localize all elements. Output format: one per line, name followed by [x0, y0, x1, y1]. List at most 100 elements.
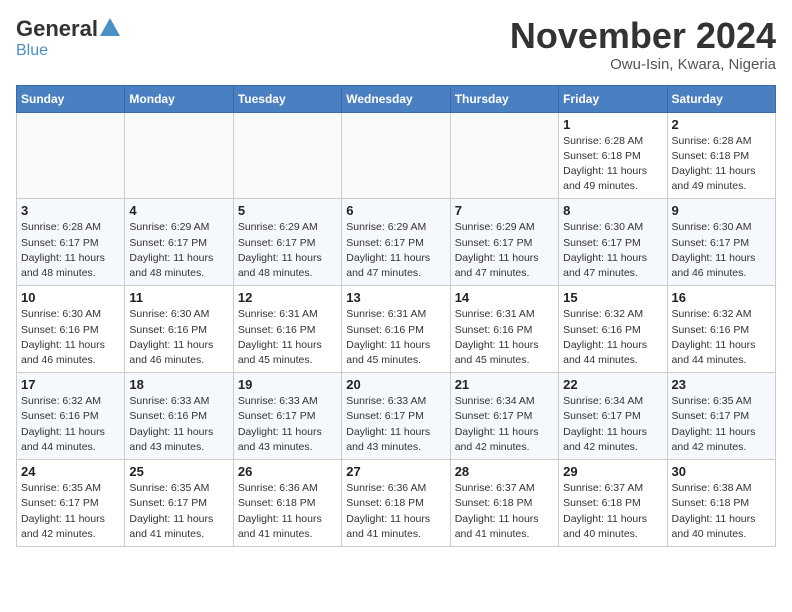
day-number: 6: [346, 203, 445, 218]
day-number: 8: [563, 203, 662, 218]
logo: General Blue: [16, 16, 120, 60]
day-number: 27: [346, 464, 445, 479]
calendar-cell: 17Sunrise: 6:32 AM Sunset: 6:16 PM Dayli…: [17, 373, 125, 460]
logo-general-text: General: [16, 16, 98, 42]
calendar-cell: 4Sunrise: 6:29 AM Sunset: 6:17 PM Daylig…: [125, 199, 233, 286]
day-number: 16: [672, 290, 771, 305]
calendar-cell: 18 Sunrise: 6:33 AM Sunset: 6:16 PM Dayli…: [125, 373, 233, 460]
day-info: Sunrise: 6:28 AM Sunset: 6:17 PM Dayligh…: [21, 220, 120, 281]
calendar-cell: 20 Sunrise: 6:33 AM Sunset: 6:17 PM Dayli…: [342, 373, 450, 460]
day-info: Sunrise: 6:37 AM Sunset: 6:18 PM Dayligh…: [563, 481, 662, 542]
day-info: Sunrise: 6:34 AM Sunset: 6:17 PM Dayligh…: [563, 394, 662, 455]
day-info: Sunrise: 6:29 AM Sunset: 6:17 PM Dayligh…: [346, 220, 445, 281]
day-info: Sunrise: 6:32 AM Sunset: 6:16 PM Dayligh…: [21, 394, 120, 455]
day-info: Sunrise: 6:35 AM Sunset: 6:17 PM Dayligh…: [21, 481, 120, 542]
page-header: General Blue November 2024 Owu-Isin, Kwa…: [16, 16, 776, 73]
day-info: Sunrise: 6:30 AM Sunset: 6:16 PM Dayligh…: [21, 307, 120, 368]
calendar-cell: 9 Sunrise: 6:30 AM Sunset: 6:17 PM Daylig…: [667, 199, 775, 286]
calendar-cell: [125, 112, 233, 199]
day-info: Sunrise: 6:38 AM Sunset: 6:18 PM Dayligh…: [672, 481, 771, 542]
calendar-header-row: SundayMondayTuesdayWednesdayThursdayFrid…: [17, 85, 776, 112]
day-info: Sunrise: 6:36 AM Sunset: 6:18 PM Dayligh…: [346, 481, 445, 542]
weekday-header: Wednesday: [342, 85, 450, 112]
day-info: Sunrise: 6:29 AM Sunset: 6:17 PM Dayligh…: [238, 220, 337, 281]
calendar-cell: 16 Sunrise: 6:32 AM Sunset: 6:16 PM Dayli…: [667, 286, 775, 373]
calendar-cell: 28Sunrise: 6:37 AM Sunset: 6:18 PM Dayli…: [450, 460, 558, 547]
calendar-cell: 25 Sunrise: 6:35 AM Sunset: 6:17 PM Dayli…: [125, 460, 233, 547]
calendar-cell: 5 Sunrise: 6:29 AM Sunset: 6:17 PM Daylig…: [233, 199, 341, 286]
day-number: 13: [346, 290, 445, 305]
day-info: Sunrise: 6:33 AM Sunset: 6:16 PM Dayligh…: [129, 394, 228, 455]
day-number: 7: [455, 203, 554, 218]
day-number: 14: [455, 290, 554, 305]
day-info: Sunrise: 6:31 AM Sunset: 6:16 PM Dayligh…: [346, 307, 445, 368]
weekday-header: Friday: [559, 85, 667, 112]
calendar-cell: [342, 112, 450, 199]
calendar-cell: 24 Sunrise: 6:35 AM Sunset: 6:17 PM Dayli…: [17, 460, 125, 547]
day-number: 26: [238, 464, 337, 479]
calendar-week-row: 3 Sunrise: 6:28 AM Sunset: 6:17 PM Daylig…: [17, 199, 776, 286]
day-number: 28: [455, 464, 554, 479]
calendar-cell: 26 Sunrise: 6:36 AM Sunset: 6:18 PM Dayli…: [233, 460, 341, 547]
weekday-header: Sunday: [17, 85, 125, 112]
calendar-cell: [17, 112, 125, 199]
day-info: Sunrise: 6:35 AM Sunset: 6:17 PM Dayligh…: [129, 481, 228, 542]
day-info: Sunrise: 6:30 AM Sunset: 6:17 PM Dayligh…: [672, 220, 771, 281]
calendar-cell: [450, 112, 558, 199]
calendar-week-row: 17Sunrise: 6:32 AM Sunset: 6:16 PM Dayli…: [17, 373, 776, 460]
calendar-cell: 14 Sunrise: 6:31 AM Sunset: 6:16 PM Dayli…: [450, 286, 558, 373]
calendar-cell: 12Sunrise: 6:31 AM Sunset: 6:16 PM Dayli…: [233, 286, 341, 373]
day-number: 3: [21, 203, 120, 218]
day-number: 15: [563, 290, 662, 305]
day-number: 12: [238, 290, 337, 305]
location-subtitle: Owu-Isin, Kwara, Nigeria: [510, 56, 776, 73]
calendar-cell: 11 Sunrise: 6:30 AM Sunset: 6:16 PM Dayli…: [125, 286, 233, 373]
calendar-cell: 3 Sunrise: 6:28 AM Sunset: 6:17 PM Daylig…: [17, 199, 125, 286]
day-number: 1: [563, 117, 662, 132]
day-info: Sunrise: 6:35 AM Sunset: 6:17 PM Dayligh…: [672, 394, 771, 455]
day-info: Sunrise: 6:33 AM Sunset: 6:17 PM Dayligh…: [238, 394, 337, 455]
logo-triangle-icon: [100, 18, 120, 36]
calendar-cell: 29 Sunrise: 6:37 AM Sunset: 6:18 PM Dayli…: [559, 460, 667, 547]
day-info: Sunrise: 6:32 AM Sunset: 6:16 PM Dayligh…: [563, 307, 662, 368]
title-area: November 2024 Owu-Isin, Kwara, Nigeria: [510, 16, 776, 73]
day-number: 9: [672, 203, 771, 218]
calendar-cell: 19 Sunrise: 6:33 AM Sunset: 6:17 PM Dayli…: [233, 373, 341, 460]
calendar-cell: 30Sunrise: 6:38 AM Sunset: 6:18 PM Dayli…: [667, 460, 775, 547]
day-number: 21: [455, 377, 554, 392]
weekday-header: Tuesday: [233, 85, 341, 112]
calendar-cell: 1Sunrise: 6:28 AM Sunset: 6:18 PM Daylig…: [559, 112, 667, 199]
calendar-cell: 10 Sunrise: 6:30 AM Sunset: 6:16 PM Dayli…: [17, 286, 125, 373]
day-info: Sunrise: 6:34 AM Sunset: 6:17 PM Dayligh…: [455, 394, 554, 455]
day-info: Sunrise: 6:32 AM Sunset: 6:16 PM Dayligh…: [672, 307, 771, 368]
day-info: Sunrise: 6:30 AM Sunset: 6:16 PM Dayligh…: [129, 307, 228, 368]
day-number: 20: [346, 377, 445, 392]
day-number: 18: [129, 377, 228, 392]
day-info: Sunrise: 6:31 AM Sunset: 6:16 PM Dayligh…: [455, 307, 554, 368]
month-title: November 2024: [510, 16, 776, 56]
day-number: 29: [563, 464, 662, 479]
day-info: Sunrise: 6:29 AM Sunset: 6:17 PM Dayligh…: [455, 220, 554, 281]
weekday-header: Saturday: [667, 85, 775, 112]
day-info: Sunrise: 6:28 AM Sunset: 6:18 PM Dayligh…: [672, 134, 771, 195]
day-info: Sunrise: 6:33 AM Sunset: 6:17 PM Dayligh…: [346, 394, 445, 455]
day-number: 22: [563, 377, 662, 392]
weekday-header: Thursday: [450, 85, 558, 112]
calendar-cell: 27 Sunrise: 6:36 AM Sunset: 6:18 PM Dayli…: [342, 460, 450, 547]
day-number: 2: [672, 117, 771, 132]
calendar-cell: 2 Sunrise: 6:28 AM Sunset: 6:18 PM Daylig…: [667, 112, 775, 199]
day-number: 23: [672, 377, 771, 392]
day-number: 19: [238, 377, 337, 392]
day-info: Sunrise: 6:36 AM Sunset: 6:18 PM Dayligh…: [238, 481, 337, 542]
calendar-cell: [233, 112, 341, 199]
calendar-cell: 13 Sunrise: 6:31 AM Sunset: 6:16 PM Dayli…: [342, 286, 450, 373]
day-number: 24: [21, 464, 120, 479]
day-number: 5: [238, 203, 337, 218]
day-number: 10: [21, 290, 120, 305]
day-number: 11: [129, 290, 228, 305]
day-info: Sunrise: 6:29 AM Sunset: 6:17 PM Dayligh…: [129, 220, 228, 281]
calendar-cell: 23 Sunrise: 6:35 AM Sunset: 6:17 PM Dayli…: [667, 373, 775, 460]
calendar-week-row: 10 Sunrise: 6:30 AM Sunset: 6:16 PM Dayli…: [17, 286, 776, 373]
calendar-cell: 8Sunrise: 6:30 AM Sunset: 6:17 PM Daylig…: [559, 199, 667, 286]
day-number: 25: [129, 464, 228, 479]
